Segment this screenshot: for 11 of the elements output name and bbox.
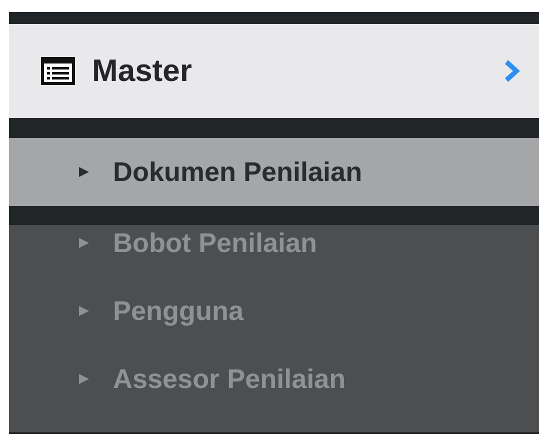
- menu-item[interactable]: Pengguna: [9, 277, 539, 345]
- triangle-icon: [78, 166, 90, 178]
- menu-item[interactable]: Assesor Penilaian: [9, 345, 539, 413]
- menu-header[interactable]: Master: [9, 24, 539, 118]
- menu-title: Master: [92, 53, 193, 89]
- triangle-icon: [78, 237, 90, 249]
- list-icon: [41, 57, 75, 85]
- menu-item[interactable]: Dokumen Penilaian: [9, 138, 539, 206]
- triangle-icon: [78, 305, 90, 317]
- menu-item[interactable]: Bobot Penilaian: [9, 209, 539, 277]
- triangle-icon: [78, 373, 90, 385]
